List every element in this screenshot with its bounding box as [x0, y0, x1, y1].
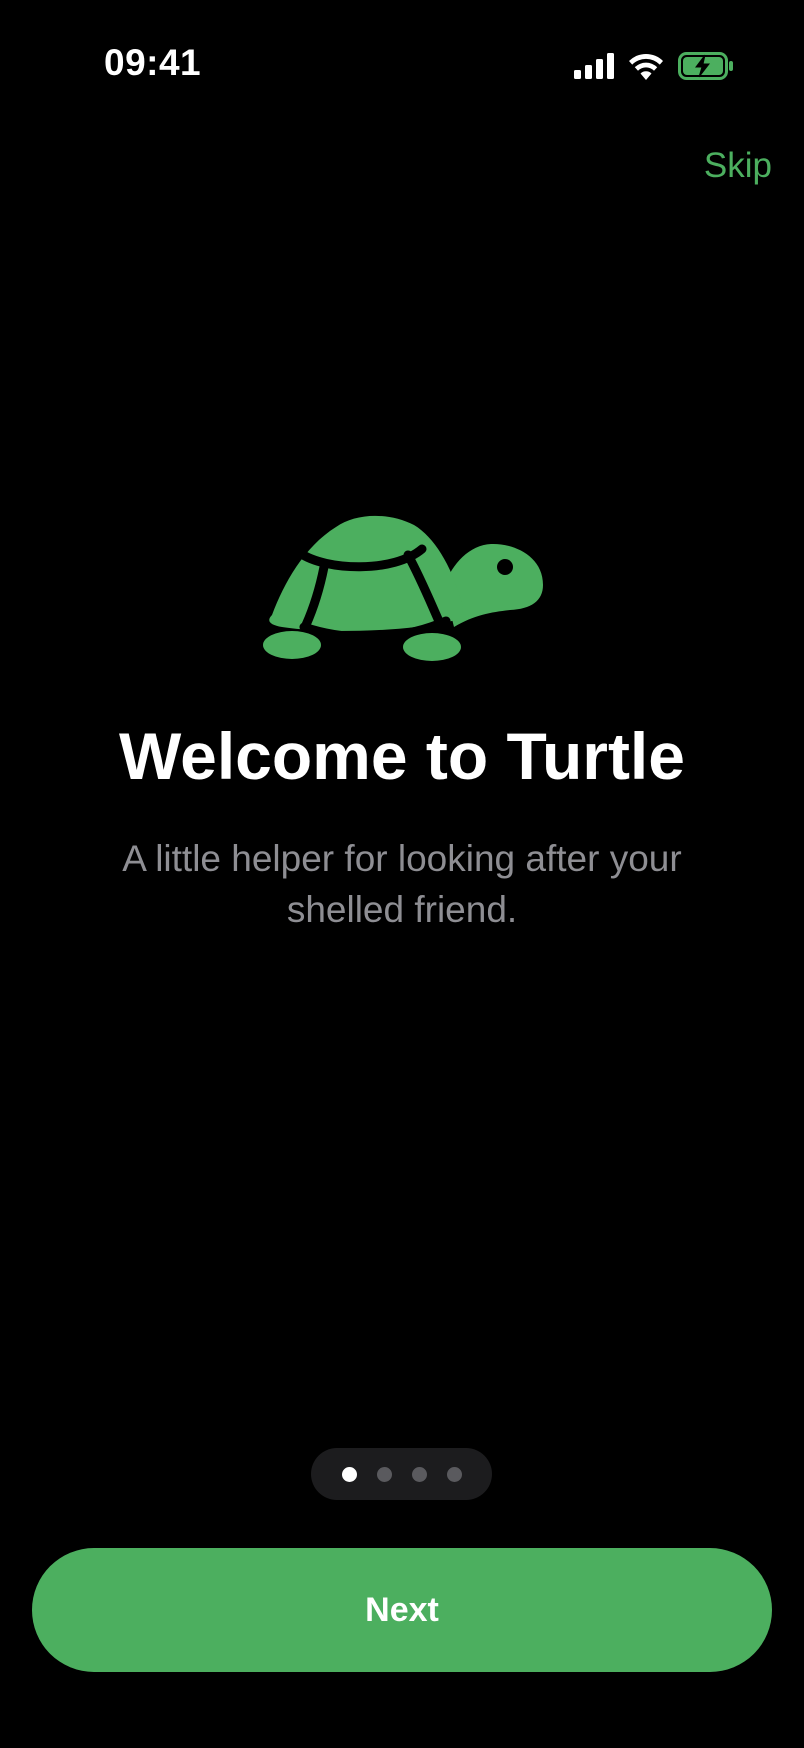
page-indicator[interactable]	[311, 1448, 492, 1500]
cellular-signal-icon	[574, 53, 614, 79]
wifi-icon	[629, 53, 663, 80]
status-time: 09:41	[104, 42, 202, 83]
page-dot-1[interactable]	[341, 1466, 357, 1482]
battery-charging-icon	[678, 52, 733, 80]
page-dot-3[interactable]	[411, 1466, 427, 1482]
welcome-title: Welcome to Turtle	[119, 719, 685, 793]
next-button[interactable]: Next	[32, 1548, 772, 1672]
welcome-subtitle: A little helper for looking after your s…	[122, 838, 682, 930]
page-dot-2[interactable]	[376, 1466, 392, 1482]
skip-button[interactable]: Skip	[704, 146, 772, 186]
page-dot-4[interactable]	[446, 1466, 462, 1482]
status-icons	[574, 46, 734, 86]
status-bar: 09:41	[0, 0, 804, 130]
turtle-icon	[263, 515, 543, 661]
